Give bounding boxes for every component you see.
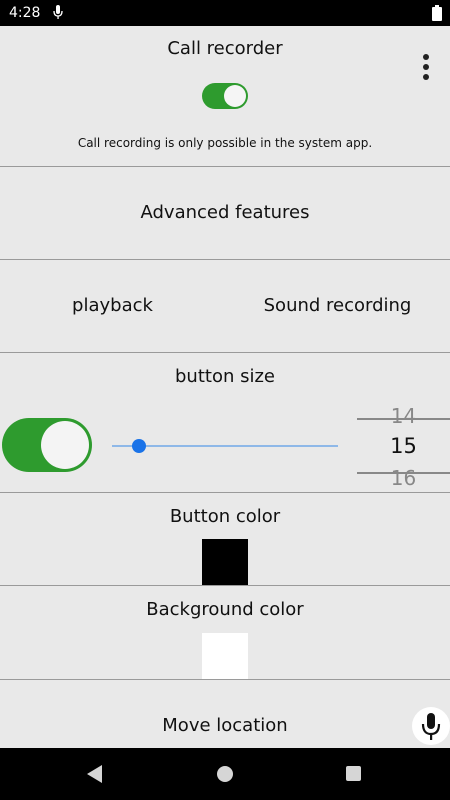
- button-size-toggle[interactable]: [2, 418, 92, 472]
- recents-icon[interactable]: [346, 766, 361, 781]
- button-size-title: button size: [175, 366, 275, 387]
- playback-button[interactable]: playback: [0, 295, 225, 316]
- divider: [0, 585, 450, 586]
- status-bar: 4:28: [0, 0, 450, 26]
- battery-icon: [432, 5, 442, 25]
- button-color-title: Button color: [169, 506, 281, 527]
- picker-next-value[interactable]: 16: [357, 466, 450, 490]
- microphone-icon: [53, 5, 63, 24]
- move-location-button[interactable]: Move location: [0, 715, 450, 736]
- status-time: 4:28: [9, 5, 41, 21]
- navigation-bar: [0, 748, 450, 800]
- button-size-number-picker[interactable]: 14 15 16: [357, 400, 450, 492]
- call-recorder-title: Call recorder: [167, 38, 283, 59]
- divider: [0, 679, 450, 680]
- toggle-knob: [224, 85, 246, 107]
- divider: [0, 259, 450, 260]
- divider: [0, 166, 450, 167]
- advanced-features-button[interactable]: Advanced features: [0, 202, 450, 223]
- sound-recording-button[interactable]: Sound recording: [225, 295, 450, 316]
- divider: [0, 492, 450, 493]
- button-color-swatch[interactable]: [202, 539, 248, 585]
- microphone-icon: [421, 713, 441, 740]
- picker-current-value: 15: [390, 434, 417, 458]
- divider: [0, 352, 450, 353]
- picker-prev-value[interactable]: 14: [357, 404, 450, 428]
- call-recording-note: Call recording is only possible in the s…: [77, 136, 373, 150]
- picker-line: [357, 418, 450, 420]
- toggle-knob: [41, 421, 89, 469]
- slider-thumb[interactable]: [132, 439, 147, 453]
- call-recorder-toggle[interactable]: [202, 83, 248, 109]
- overflow-menu-icon[interactable]: [420, 54, 432, 88]
- background-color-swatch[interactable]: [202, 633, 248, 679]
- background-color-title: Background color: [146, 599, 304, 620]
- back-icon[interactable]: [87, 765, 103, 787]
- settings-screen: Call recorder Call recording is only pos…: [0, 26, 450, 748]
- home-icon[interactable]: [217, 766, 233, 782]
- floating-mic-button[interactable]: [412, 707, 450, 745]
